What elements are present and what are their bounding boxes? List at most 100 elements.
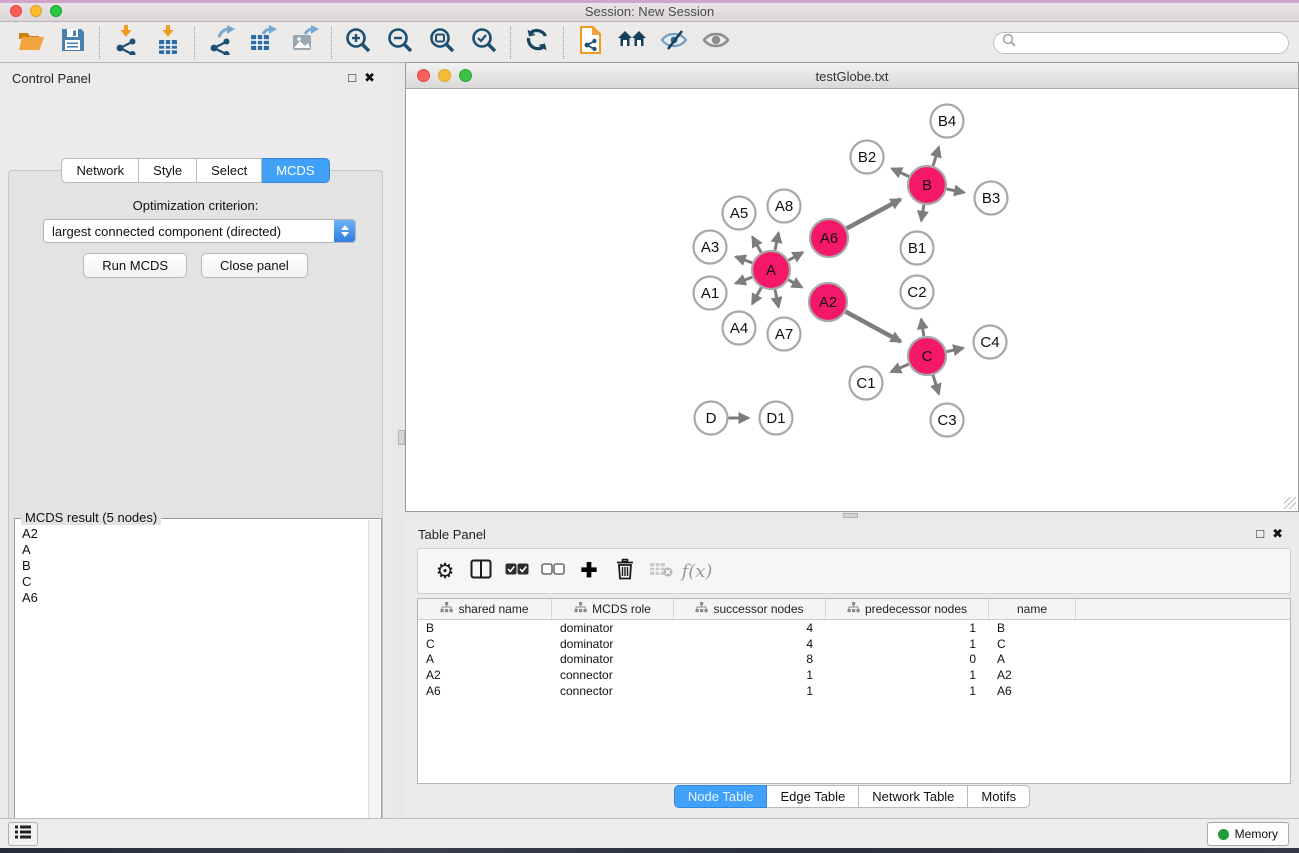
graph-node-A6[interactable]: A6 — [810, 219, 848, 257]
column-header-successor-nodes[interactable]: successor nodes — [674, 599, 826, 619]
export-network-button[interactable] — [200, 25, 242, 61]
graph-node-A2[interactable]: A2 — [809, 283, 847, 321]
table-row-B[interactable]: Bdominator41B — [418, 620, 1290, 636]
graph-node-D[interactable]: D — [695, 402, 728, 435]
edge-A2-C[interactable] — [846, 312, 901, 342]
delete-column-button[interactable] — [610, 556, 640, 586]
table-row-C[interactable]: Cdominator41C — [418, 636, 1290, 652]
open-session-button[interactable] — [10, 25, 52, 61]
graph-node-B[interactable]: B — [908, 166, 946, 204]
edge-A-A5[interactable] — [753, 237, 762, 253]
edge-A-A2[interactable] — [788, 280, 801, 288]
column-header-mcds-role[interactable]: MCDS role — [552, 599, 674, 619]
edge-C-C4[interactable] — [947, 348, 964, 352]
edge-A-A6[interactable] — [789, 253, 803, 261]
graph-node-C4[interactable]: C4 — [974, 326, 1007, 359]
run-mcds-button[interactable]: Run MCDS — [83, 253, 187, 278]
edge-C-C3[interactable] — [933, 375, 939, 394]
graph-node-A[interactable]: A — [752, 251, 790, 289]
graph-node-C1[interactable]: C1 — [850, 367, 883, 400]
edge-B-B3[interactable] — [947, 189, 965, 193]
result-item[interactable]: A2 — [22, 526, 368, 542]
network-canvas[interactable]: B4B2BB3A8A5A6A3B1AA1C2A2A4A7C4CC1C3DD1 — [406, 89, 1298, 511]
export-table-button[interactable] — [242, 25, 284, 61]
cell-mcds-role[interactable]: dominator — [552, 651, 674, 667]
cell-predecessor-nodes[interactable]: 1 — [826, 667, 989, 683]
graph-node-A3[interactable]: A3 — [694, 231, 727, 264]
table-settings-button[interactable]: ⚙ — [430, 556, 460, 586]
graphics-details-button[interactable] — [653, 25, 695, 61]
cell-shared-name[interactable]: A2 — [418, 667, 552, 683]
cell-predecessor-nodes[interactable]: 1 — [826, 636, 989, 652]
vertical-split-handle[interactable] — [398, 430, 405, 445]
cell-name[interactable]: B — [989, 620, 1076, 636]
show-panel-list-button[interactable] — [8, 822, 38, 846]
cell-shared-name[interactable]: C — [418, 636, 552, 652]
home-networks-button[interactable] — [611, 25, 653, 61]
graph-node-B3[interactable]: B3 — [975, 182, 1008, 215]
new-network-from-file-button[interactable] — [569, 25, 611, 61]
result-item[interactable]: A6 — [22, 590, 368, 606]
edge-B-B1[interactable] — [921, 205, 924, 221]
tab-node-table[interactable]: Node Table — [674, 785, 768, 808]
cell-mcds-role[interactable]: dominator — [552, 620, 674, 636]
tab-select[interactable]: Select — [197, 158, 262, 183]
close-panel-button[interactable]: Close panel — [201, 253, 308, 278]
cell-name[interactable]: C — [989, 636, 1076, 652]
tab-edge-table[interactable]: Edge Table — [767, 785, 859, 808]
cell-mcds-role[interactable]: dominator — [552, 636, 674, 652]
export-image-button[interactable] — [284, 25, 326, 61]
cell-name[interactable]: A2 — [989, 667, 1076, 683]
edge-B-B2[interactable] — [892, 169, 909, 177]
close-table-panel-icon[interactable]: ✖ — [1272, 526, 1291, 541]
column-header-shared-name[interactable]: shared name — [418, 599, 552, 619]
optimization-criterion-select[interactable]: largest connected component (directed) — [43, 219, 356, 243]
zoom-out-button[interactable] — [379, 25, 421, 61]
select-all-button[interactable] — [502, 556, 532, 586]
add-column-button[interactable]: ✚ — [574, 556, 604, 586]
cell-successor-nodes[interactable]: 4 — [674, 636, 826, 652]
edge-A-A1[interactable] — [736, 277, 753, 283]
column-header-predecessor-nodes[interactable]: predecessor nodes — [826, 599, 989, 619]
refresh-button[interactable] — [516, 25, 558, 61]
result-scrollbar[interactable] — [368, 520, 380, 853]
table-row-A2[interactable]: A2connector11A2 — [418, 667, 1290, 683]
network-window-titlebar[interactable]: testGlobe.txt — [406, 63, 1298, 89]
zoom-fit-button[interactable] — [421, 25, 463, 61]
graph-node-D1[interactable]: D1 — [760, 402, 793, 435]
tab-style[interactable]: Style — [139, 158, 197, 183]
edge-A-A8[interactable] — [775, 233, 779, 251]
window-resize-grip[interactable] — [1284, 497, 1296, 509]
cell-predecessor-nodes[interactable]: 0 — [826, 651, 989, 667]
memory-button[interactable]: Memory — [1207, 822, 1289, 846]
tab-mcds[interactable]: MCDS — [262, 158, 329, 183]
graph-node-A1[interactable]: A1 — [694, 277, 727, 310]
edge-B-B4[interactable] — [933, 147, 939, 166]
table-row-A[interactable]: Adominator80A — [418, 651, 1290, 667]
cell-name[interactable]: A — [989, 651, 1076, 667]
graph-node-C[interactable]: C — [908, 337, 946, 375]
graph-node-A7[interactable]: A7 — [768, 318, 801, 351]
edge-A-A4[interactable] — [752, 288, 761, 304]
cell-shared-name[interactable]: B — [418, 620, 552, 636]
graph-node-B2[interactable]: B2 — [851, 141, 884, 174]
cell-predecessor-nodes[interactable]: 1 — [826, 620, 989, 636]
deselect-all-button[interactable] — [538, 556, 568, 586]
edge-A-A7[interactable] — [775, 290, 779, 308]
tab-network-table[interactable]: Network Table — [859, 785, 968, 808]
graph-node-B1[interactable]: B1 — [901, 232, 934, 265]
cell-shared-name[interactable]: A6 — [418, 683, 552, 699]
cell-successor-nodes[interactable]: 8 — [674, 651, 826, 667]
graph-node-A4[interactable]: A4 — [723, 312, 756, 345]
horizontal-split-handle[interactable] — [843, 513, 858, 518]
birds-eye-view-button[interactable] — [695, 25, 737, 61]
float-panel-icon[interactable]: □ — [348, 70, 364, 85]
import-table-button[interactable] — [147, 25, 189, 61]
result-item[interactable]: B — [22, 558, 368, 574]
tab-motifs[interactable]: Motifs — [968, 785, 1030, 808]
zoom-in-button[interactable] — [337, 25, 379, 61]
show-columns-button[interactable] — [466, 556, 496, 586]
zoom-selected-button[interactable] — [463, 25, 505, 61]
cell-successor-nodes[interactable]: 1 — [674, 683, 826, 699]
result-item[interactable]: C — [22, 574, 368, 590]
